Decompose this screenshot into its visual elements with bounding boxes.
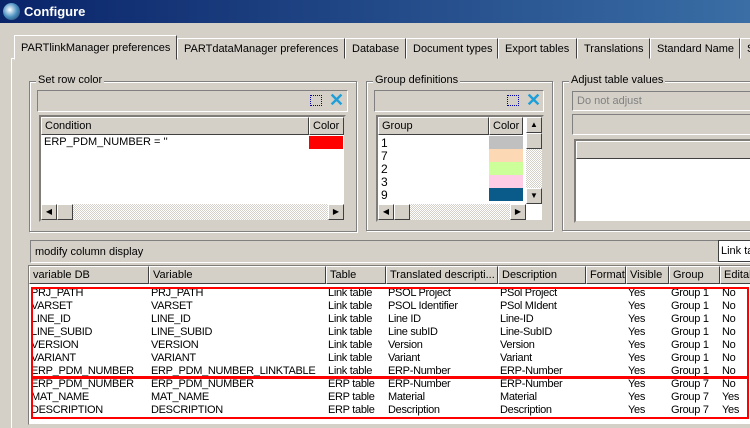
table-select-dropdown[interactable]: Link ta — [718, 240, 750, 262]
group-list[interactable]: Group Color 17239 ▲ ▼ ◀ ▶ — [376, 115, 544, 222]
group-cell[interactable]: 3 — [381, 175, 388, 189]
condition-cell[interactable]: ERP_PDM_NUMBER = '' — [44, 136, 168, 148]
modify-label: modify column display — [35, 246, 144, 258]
group-color-swatch[interactable] — [489, 175, 523, 188]
delete-icon[interactable]: ✕ — [329, 91, 344, 109]
adjust-list[interactable] — [574, 139, 750, 223]
new-icon[interactable] — [507, 95, 519, 106]
group-label: Adjust table values — [569, 74, 666, 86]
column-header-color[interactable]: Color — [489, 117, 523, 135]
delete-icon[interactable]: ✕ — [526, 91, 541, 109]
tab-document-types[interactable]: Document types — [406, 38, 498, 59]
horizontal-scrollbar[interactable]: ◀ ▶ — [378, 204, 526, 220]
column-header[interactable]: Visible — [626, 266, 669, 284]
group-color-swatch[interactable] — [489, 136, 523, 149]
dropdown-value: Do not adjust — [577, 95, 642, 107]
column-header-color[interactable]: Color — [309, 117, 344, 135]
column-header[interactable]: Description — [498, 266, 586, 284]
vertical-scrollbar[interactable]: ▲ ▼ — [526, 117, 542, 204]
column-header-condition[interactable]: Condition — [41, 117, 309, 135]
adjust-dropdown[interactable]: Do not adjust — [572, 91, 750, 111]
tab-translations[interactable]: Translations — [577, 38, 650, 59]
tab-partlinkmanager-preferences[interactable]: PARTlinkManager preferences — [14, 35, 177, 60]
new-icon[interactable] — [310, 95, 322, 106]
column-header[interactable]: Table — [326, 266, 386, 284]
group-cell[interactable]: 9 — [381, 188, 388, 202]
tab-partdatamanager-preferences[interactable]: PARTdataManager preferences — [177, 38, 345, 59]
group-color-swatch[interactable] — [489, 162, 523, 175]
tab-database[interactable]: Database — [345, 38, 406, 59]
highlight-box-link-table — [31, 287, 749, 378]
group-color-swatch[interactable] — [489, 188, 523, 201]
group-cell[interactable]: 1 — [381, 136, 388, 150]
adjust-input[interactable] — [572, 114, 750, 135]
row-color-toolbar: ✕ — [37, 90, 348, 112]
tab-s[interactable]: S — [740, 38, 750, 59]
window-title: Configure — [24, 4, 86, 19]
group-color-swatch[interactable] — [489, 149, 523, 162]
app-icon — [3, 3, 20, 20]
column-header[interactable]: Variable — [149, 266, 326, 284]
column-header[interactable]: Group — [669, 266, 720, 284]
tab-standard-name[interactable]: Standard Name — [650, 38, 740, 59]
group-label: Group definitions — [373, 74, 461, 86]
dropdown-value: Link ta — [721, 245, 750, 257]
column-header[interactable]: variable DB — [29, 266, 149, 284]
row-color-list[interactable]: Condition Color ERP_PDM_NUMBER = '' ◀ ▶ — [39, 115, 346, 222]
color-swatch[interactable] — [309, 136, 343, 149]
horizontal-scrollbar[interactable]: ◀ ▶ — [41, 204, 344, 220]
title-bar: Configure — [0, 0, 750, 23]
group-toolbar: ✕ — [374, 90, 544, 112]
group-cell[interactable]: 2 — [381, 162, 388, 176]
tab-export-tables[interactable]: Export tables — [498, 38, 577, 59]
group-label: Set row color — [36, 74, 105, 86]
highlight-box-erp-table — [31, 377, 749, 419]
modify-column-display-bar: modify column display — [30, 240, 750, 263]
group-cell[interactable]: 7 — [381, 149, 388, 163]
column-header[interactable]: Format — [586, 266, 626, 284]
column-header[interactable]: Translated descripti... — [386, 266, 498, 284]
column-table[interactable]: variable DB Variable Table Translated descr… — [28, 265, 750, 425]
column-header-group[interactable]: Group — [378, 117, 489, 135]
column-header[interactable]: Editab — [720, 266, 750, 284]
